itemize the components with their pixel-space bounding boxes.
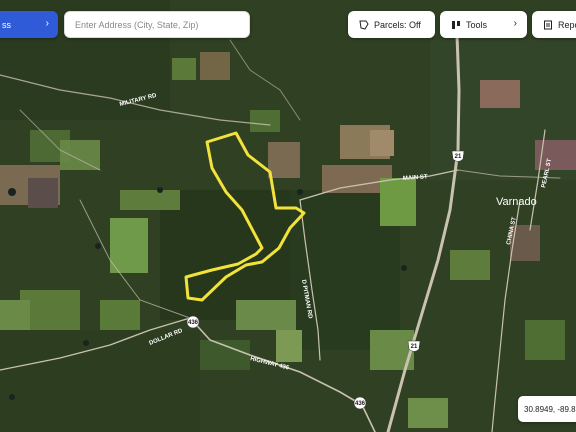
- highway-shield-21-south: 21: [407, 340, 421, 352]
- chevron-right-icon: ›: [513, 18, 517, 29]
- svg-text:436: 436: [355, 401, 366, 407]
- tools-button[interactable]: Tools ›: [440, 11, 527, 38]
- reports-label: Repor: [558, 19, 576, 30]
- coordinates-text: 30.8949, -89.86: [524, 404, 576, 414]
- report-icon: [542, 19, 553, 30]
- parcel-icon: [358, 19, 369, 30]
- satellite-map[interactable]: MILITARY RD MAIN ST D PITMAN RD DOLLAR R…: [0, 0, 576, 432]
- tools-icon: [450, 19, 461, 30]
- address-search-input[interactable]: [75, 19, 239, 30]
- highway-shield-436-west: 436: [186, 315, 200, 329]
- address-search-field[interactable]: [64, 11, 250, 38]
- svg-text:21: 21: [455, 154, 462, 160]
- address-search-button[interactable]: ss ›: [0, 11, 58, 38]
- svg-text:21: 21: [411, 344, 418, 350]
- highway-shield-436-east: 436: [353, 396, 367, 410]
- reports-button[interactable]: Repor: [532, 11, 576, 38]
- svg-text:436: 436: [188, 320, 199, 326]
- address-button-label: ss: [2, 19, 11, 30]
- coordinates-readout: 30.8949, -89.86: [518, 396, 576, 422]
- town-label-varnado: Varnado: [496, 196, 537, 208]
- parcels-toggle-button[interactable]: Parcels: Off: [348, 11, 435, 38]
- parcels-label: Parcels: Off: [374, 19, 421, 30]
- highway-shield-21-north: 21: [451, 150, 465, 162]
- tools-label: Tools: [466, 19, 488, 30]
- chevron-right-icon: ›: [45, 18, 49, 29]
